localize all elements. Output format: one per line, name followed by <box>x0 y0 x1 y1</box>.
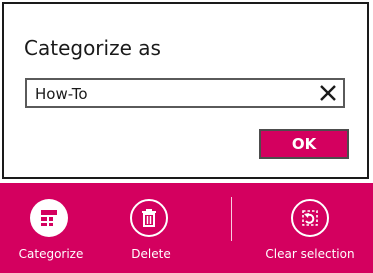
category-input-value[interactable]: How-To <box>35 85 88 103</box>
appbar-separator <box>231 197 232 241</box>
delete-label: Delete <box>131 247 171 261</box>
categorize-label: Categorize <box>18 247 84 261</box>
clear-selection-button[interactable]: Clear selection <box>262 183 358 273</box>
category-input[interactable]: How-To <box>25 78 345 108</box>
clear-selection-label: Clear selection <box>265 247 355 261</box>
clear-input-icon[interactable] <box>319 84 337 102</box>
delete-button[interactable]: Delete <box>118 183 184 273</box>
trash-icon <box>130 199 168 237</box>
clear-selection-icon <box>291 199 329 237</box>
dialog-title: Categorize as <box>24 36 161 60</box>
app-bar: Categorize Delete Clear selection <box>0 183 373 273</box>
ok-button[interactable]: OK <box>259 129 349 159</box>
categorize-icon <box>30 199 68 237</box>
categorize-button[interactable]: Categorize <box>18 183 84 273</box>
categorize-dialog: Categorize as How-To OK <box>2 2 369 179</box>
